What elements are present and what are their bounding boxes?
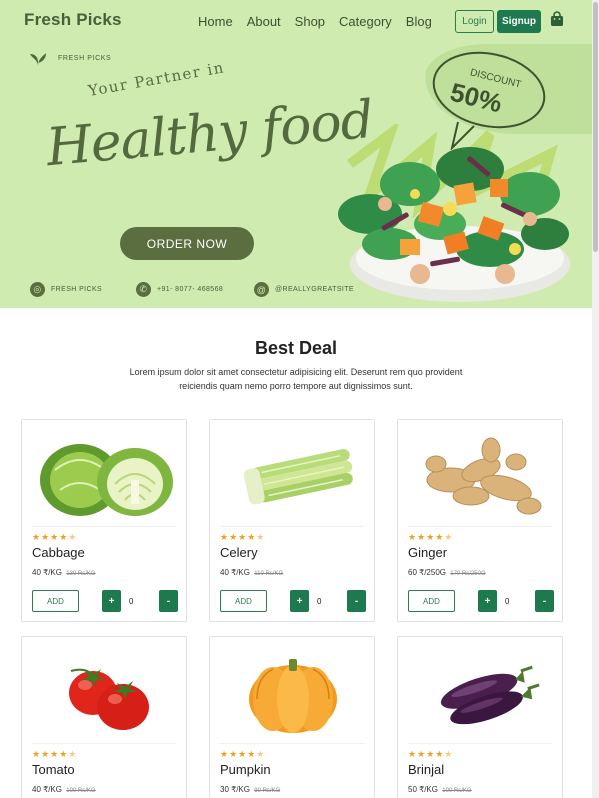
- hero-headline: Healthy food: [44, 89, 376, 179]
- contact-handle: @ @REALLYGREATSITE: [254, 282, 354, 297]
- globe-icon: ◎: [30, 282, 45, 297]
- product-card-celery: ★★★★★ Celery 40 ₹/KG 110 Rs/KG ADD + -: [209, 419, 375, 622]
- contact-phone-text: +91- 8077- 468568: [157, 286, 224, 293]
- contact-brand: ◎ FRESH PICKS: [30, 282, 102, 297]
- add-button[interactable]: ADD: [408, 590, 455, 612]
- nav-link-category[interactable]: Category: [339, 14, 392, 29]
- rating-stars: ★★★★★: [32, 532, 78, 542]
- nav-link-about[interactable]: About: [247, 14, 281, 29]
- phone-icon: ✆: [136, 282, 151, 297]
- celery-image: [220, 428, 366, 524]
- card-divider: [408, 743, 552, 744]
- hero-banner: FRESH PICKS Your Partner in Healthy food…: [0, 44, 592, 308]
- cabbage-image: [32, 428, 178, 524]
- signup-button[interactable]: Signup: [497, 10, 541, 33]
- old-price: 130 Rs/KG: [66, 571, 96, 577]
- product-name: Cabbage: [32, 545, 85, 560]
- product-price: 40 ₹/KG 100 Rs/KG: [32, 785, 96, 794]
- contact-phone: ✆ +91- 8077- 468568: [136, 282, 223, 297]
- contact-brand-text: FRESH PICKS: [51, 286, 103, 293]
- brinjal-image: [408, 645, 554, 741]
- product-name: Ginger: [408, 545, 448, 560]
- card-divider: [220, 526, 364, 527]
- top-navbar: Fresh Picks Home About Shop Category Blo…: [0, 0, 592, 44]
- pumpkin-image: [220, 645, 366, 741]
- login-button[interactable]: Login: [455, 10, 494, 33]
- section-title: Best Deal: [254, 338, 338, 358]
- product-price: 50 ₹/KG 100 Rs/KG: [408, 785, 472, 794]
- order-now-button[interactable]: ORDER NOW: [120, 227, 254, 260]
- product-price: 40 ₹/KG 110 Rs/KG: [220, 568, 284, 577]
- page-scrollbar[interactable]: [592, 0, 599, 798]
- ginger-image: [408, 428, 554, 524]
- decrement-button[interactable]: -: [159, 590, 178, 612]
- product-card-cabbage: ★★★★★ Cabbage 40 ₹/KG 130 Rs/KG ADD + -: [21, 419, 187, 622]
- nav-link-blog[interactable]: Blog: [406, 14, 432, 29]
- rating-stars: ★★★★★: [32, 749, 78, 759]
- product-name: Celery: [220, 545, 258, 560]
- increment-button[interactable]: +: [478, 590, 497, 612]
- tomato-image: [32, 645, 178, 741]
- rating-stars: ★★★★★: [220, 749, 266, 759]
- brand-logo[interactable]: Fresh Picks: [24, 10, 122, 30]
- product-card-pumpkin: ★★★★★ Pumpkin 30 ₹/KG 90 Rs/KG: [209, 636, 375, 798]
- rating-stars: ★★★★★: [408, 532, 454, 542]
- increment-button[interactable]: +: [290, 590, 309, 612]
- section-subtitle: Lorem ipsum dolor sit amet consectetur a…: [129, 367, 463, 391]
- old-price: 100 Rs/KG: [66, 788, 96, 794]
- shopping-bag-icon[interactable]: [549, 11, 565, 27]
- nav-link-home[interactable]: Home: [198, 14, 233, 29]
- product-price: 40 ₹/KG 130 Rs/KG: [32, 568, 96, 577]
- nav-links: Home About Shop Category Blog: [198, 14, 432, 29]
- quantity-input[interactable]: [311, 590, 345, 612]
- product-card-tomato: ★★★★★ Tomato 40 ₹/KG 100 Rs/KG: [21, 636, 187, 798]
- nav-link-shop[interactable]: Shop: [295, 14, 325, 29]
- at-icon: @: [254, 282, 269, 297]
- rating-stars: ★★★★★: [220, 532, 266, 542]
- contact-handle-text: @REALLYGREATSITE: [275, 286, 354, 293]
- decrement-button[interactable]: -: [347, 590, 366, 612]
- old-price: 100 Rs/KG: [442, 788, 472, 794]
- hero-logo: FRESH PICKS: [28, 48, 111, 68]
- decrement-button[interactable]: -: [535, 590, 554, 612]
- product-name: Pumpkin: [220, 762, 271, 777]
- card-divider: [408, 526, 552, 527]
- product-name: Tomato: [32, 762, 75, 777]
- card-divider: [32, 526, 176, 527]
- product-name: Brinjal: [408, 762, 445, 777]
- add-button[interactable]: ADD: [32, 590, 79, 612]
- scrollbar-thumb[interactable]: [593, 2, 598, 252]
- rating-stars: ★★★★★: [408, 749, 454, 759]
- card-divider: [32, 743, 176, 744]
- product-price: 60 ₹/250G 170 Rs/250G: [408, 568, 486, 577]
- product-price: 30 ₹/KG 90 Rs/KG: [220, 785, 281, 794]
- quantity-input[interactable]: [123, 590, 157, 612]
- hero-logo-text: FRESH PICKS: [58, 54, 112, 62]
- increment-button[interactable]: +: [102, 590, 121, 612]
- card-divider: [220, 743, 364, 744]
- product-card-brinjal: ★★★★★ Brinjal 50 ₹/KG 100 Rs/KG: [397, 636, 563, 798]
- leaf-icon: [30, 53, 46, 66]
- old-price: 170 Rs/250G: [450, 571, 486, 577]
- quantity-input[interactable]: [499, 590, 533, 612]
- product-card-ginger: ★★★★★ Ginger 60 ₹/250G 170 Rs/250G ADD +…: [397, 419, 563, 622]
- add-button[interactable]: ADD: [220, 590, 267, 612]
- old-price: 90 Rs/KG: [254, 788, 281, 794]
- salad-bowl-illustration: [338, 124, 570, 302]
- old-price: 110 Rs/KG: [254, 571, 284, 577]
